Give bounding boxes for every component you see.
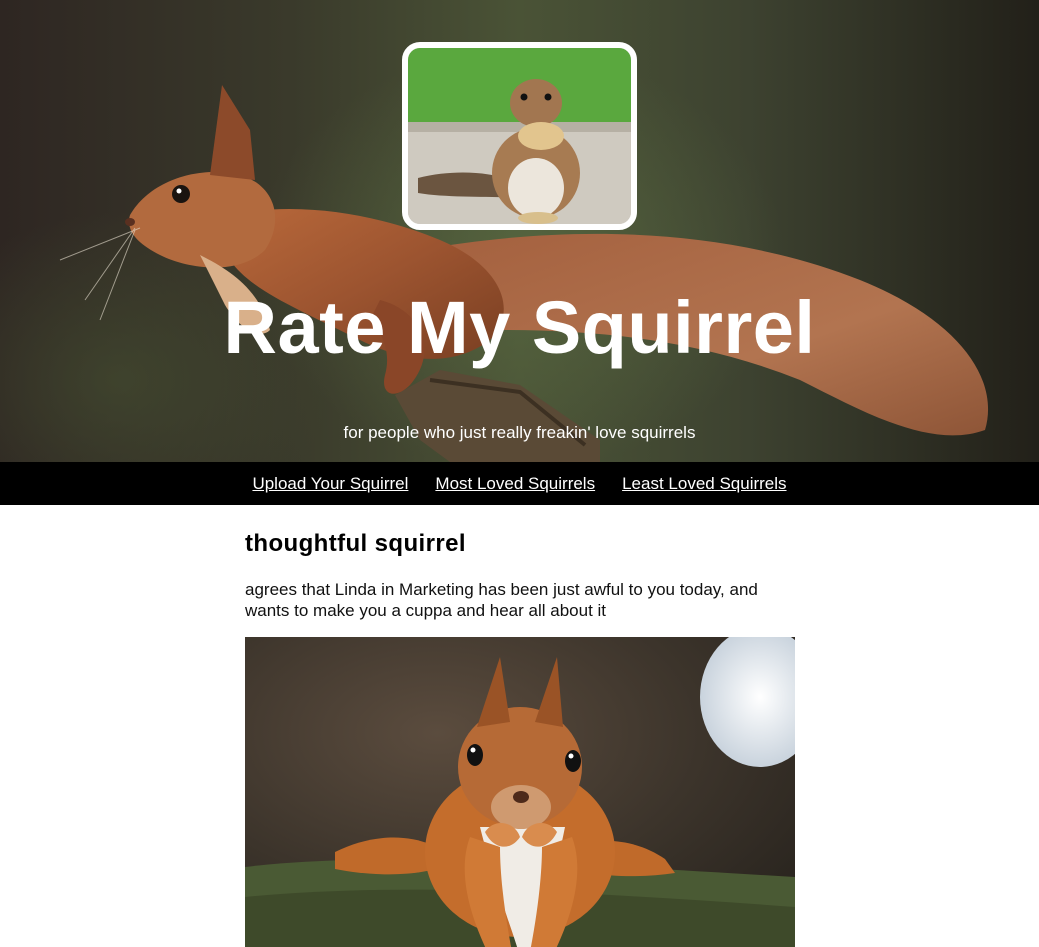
site-logo-avatar: [402, 42, 637, 230]
site-tagline: for people who just really freakin' love…: [343, 423, 696, 442]
main-navigation: Upload Your Squirrel Most Loved Squirrel…: [0, 462, 1039, 505]
post-description: agrees that Linda in Marketing has been …: [245, 580, 758, 620]
squirrel-photo: [245, 637, 795, 947]
hero-banner: Rate My Squirrel for people who just rea…: [0, 0, 1039, 462]
nav-link-least-loved-squirrels[interactable]: Least Loved Squirrels: [622, 474, 786, 494]
nav-link-most-loved-squirrels[interactable]: Most Loved Squirrels: [435, 474, 595, 494]
post-title: thoughtful squirrel: [245, 530, 466, 557]
squirrel-post: thoughtful squirrel agrees that Linda in…: [245, 505, 795, 947]
site-title: Rate My Squirrel: [223, 286, 816, 369]
nav-link-upload-your-squirrel[interactable]: Upload Your Squirrel: [252, 474, 408, 494]
